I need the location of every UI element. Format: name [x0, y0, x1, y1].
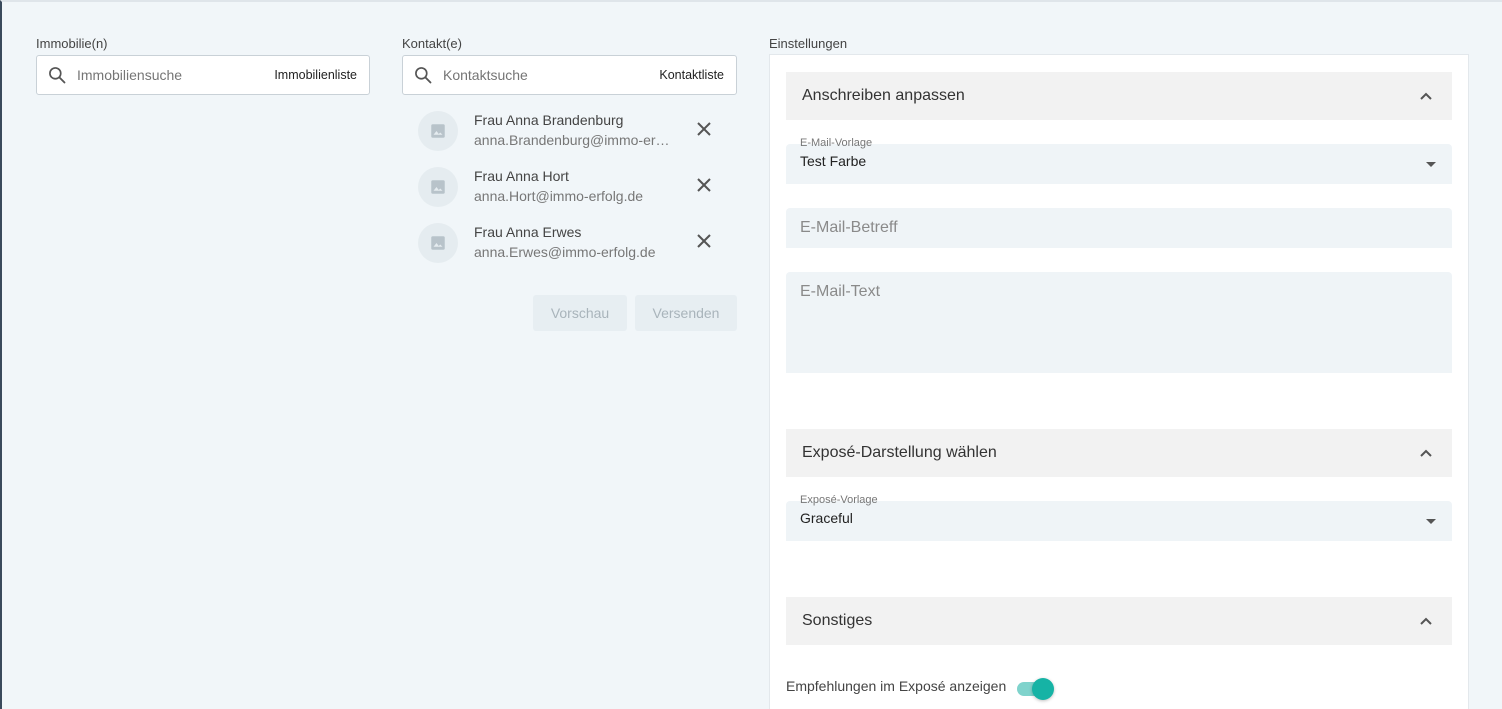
settings-label: Einstellungen [769, 36, 848, 51]
accordion-sonstiges[interactable]: Sonstiges [786, 597, 1452, 645]
immobilienliste-link[interactable]: Immobilienliste [274, 68, 369, 82]
kontakt-search-box[interactable]: Kontaktsuche Kontaktliste [402, 55, 737, 95]
expose-template-select[interactable]: Exposé-Vorlage Graceful [786, 494, 1452, 541]
email-template-select[interactable]: E-Mail-Vorlage Test Farbe [786, 137, 1452, 184]
contact-list-item: Frau Anna Hort anna.Hort@immo-erfolg.de [418, 165, 728, 209]
email-template-label: E-Mail-Vorlage [800, 137, 873, 149]
email-subject-placeholder: E-Mail-Betreff [800, 219, 898, 236]
contact-name: Frau Anna Brandenburg [474, 112, 624, 128]
toggle-knob [1032, 678, 1054, 700]
contact-list-item: Frau Anna Erwes anna.Erwes@immo-erfolg.d… [418, 221, 728, 265]
recommendations-toggle[interactable] [1015, 677, 1055, 701]
avatar [418, 223, 458, 263]
close-icon[interactable] [694, 175, 714, 195]
accordion-anschreiben[interactable]: Anschreiben anpassen [786, 72, 1452, 120]
accordion-title: Exposé-Darstellung wählen [802, 444, 997, 461]
dropdown-arrow-icon [1426, 519, 1436, 524]
email-text-placeholder: E-Mail-Text [800, 283, 881, 300]
accordion-title: Anschreiben anpassen [802, 87, 965, 104]
search-icon [403, 56, 443, 94]
contact-email: anna.Erwes@immo-erfolg.de [474, 244, 656, 260]
accordion-title: Sonstiges [802, 612, 873, 629]
chevron-up-icon [1418, 445, 1434, 461]
immobilie-label: Immobilie(n) [36, 36, 108, 51]
preview-button[interactable]: Vorschau [533, 295, 627, 331]
expose-template-label: Exposé-Vorlage [800, 494, 878, 506]
chevron-up-icon [1418, 88, 1434, 104]
email-text-field[interactable]: E-Mail-Text [786, 272, 1452, 373]
contact-email: anna.Brandenburg@immo-erfolg.de [474, 132, 672, 148]
accordion-expose[interactable]: Exposé-Darstellung wählen [786, 429, 1452, 477]
recommendations-label: Empfehlungen im Exposé anzeigen [786, 678, 1007, 694]
email-template-value: Test Farbe [800, 153, 867, 169]
dropdown-arrow-icon [1426, 162, 1436, 167]
close-icon[interactable] [694, 231, 714, 251]
contact-name: Frau Anna Erwes [474, 224, 582, 240]
contact-name: Frau Anna Hort [474, 168, 569, 184]
immobilie-search-box[interactable]: Immobiliensuche Immobilienliste [36, 55, 370, 95]
close-icon[interactable] [694, 119, 714, 139]
image-placeholder-icon [431, 180, 445, 194]
email-subject-field[interactable]: E-Mail-Betreff [786, 208, 1452, 248]
expose-template-value: Graceful [800, 510, 853, 526]
kontakt-search-input[interactable]: Kontaktsuche [443, 67, 659, 83]
avatar [418, 167, 458, 207]
kontakt-label: Kontakt(e) [402, 36, 462, 51]
send-button[interactable]: Versenden [635, 295, 737, 331]
immobilie-search-input[interactable]: Immobiliensuche [77, 67, 274, 83]
avatar [418, 111, 458, 151]
image-placeholder-icon [431, 124, 445, 138]
image-placeholder-icon [431, 236, 445, 250]
chevron-up-icon [1418, 613, 1434, 629]
contact-email: anna.Hort@immo-erfolg.de [474, 188, 644, 204]
search-icon [37, 56, 77, 94]
contact-list-item: Frau Anna Brandenburg anna.Brandenburg@i… [418, 109, 728, 153]
kontaktliste-link[interactable]: Kontaktliste [659, 68, 736, 82]
